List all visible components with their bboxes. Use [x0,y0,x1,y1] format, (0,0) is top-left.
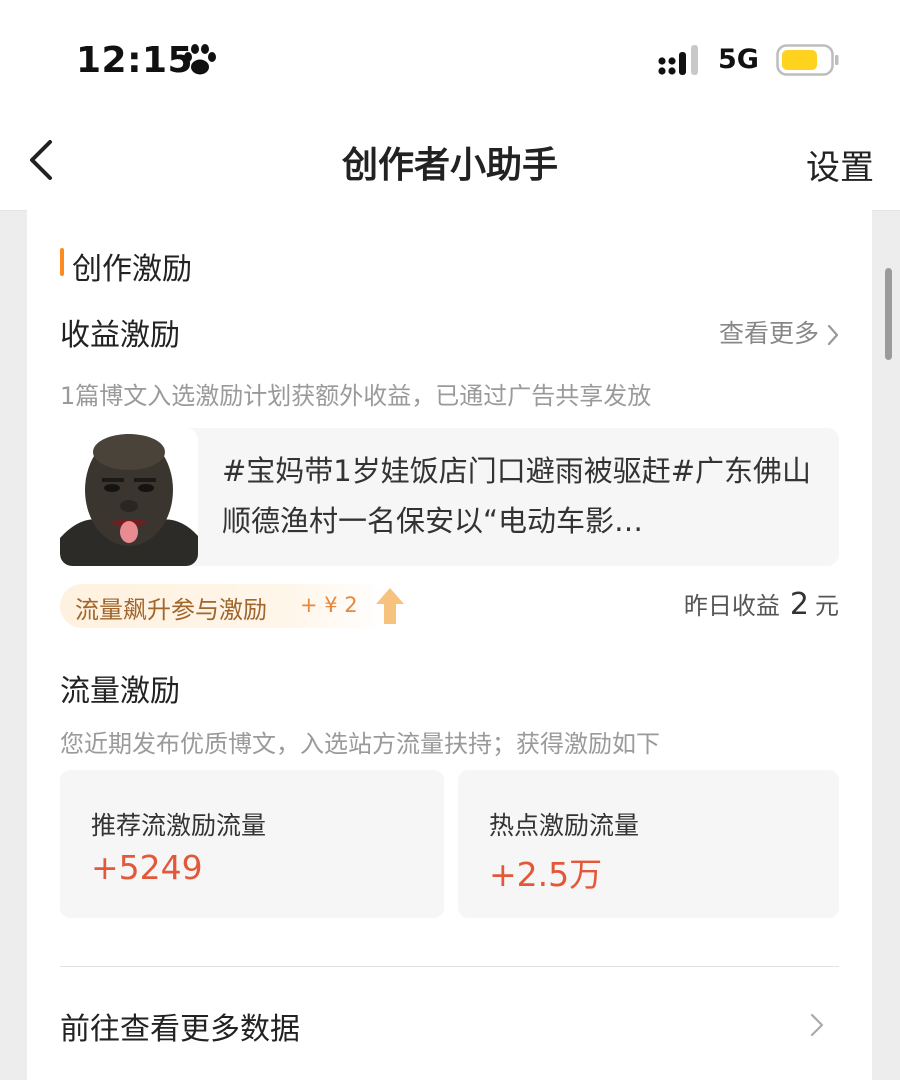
divider [60,966,839,967]
stat-value: +5249 [91,848,203,887]
section-title-text: 创作激励 [72,252,192,287]
post-text: #宝妈带1岁娃饭店门口避雨被驱赶#广东佛山顺德渔村一名保安以“电动车影… [222,454,812,538]
stat-label: 热点激励流量 [489,811,640,840]
signal-icon [658,45,698,75]
yesterday-value: 2 [789,587,809,622]
post-card[interactable]: #宝妈带1岁娃饭店门口避雨被驱赶#广东佛山顺德渔村一名保安以“电动车影… [60,428,839,566]
yesterday-unit: 元 [815,592,839,620]
page-title: 创作者小助手 [341,145,558,186]
nav-bar: 创作者小助手 设置 [0,110,900,211]
view-more-link[interactable]: 查看更多 [719,314,839,350]
revenue-description: 1篇博文入选激励计划获额外收益，已通过广告共享发放 [60,382,652,410]
traffic-description: 您近期发布优质博文，入选站方流量扶持；获得激励如下 [60,730,660,758]
stat-card-hotspot[interactable]: 热点激励流量 +2.5万 [458,770,839,918]
traffic-incentive-title: 流量激励 [60,674,180,709]
traffic-boost-badge[interactable]: 流量飙升参与激励 + ¥ 2 [60,584,404,628]
battery-icon [776,44,839,76]
chevron-right-icon [810,1013,824,1037]
scrollbar[interactable] [885,268,892,360]
post-thumbnail [60,428,198,566]
boost-label: 流量飙升参与激励 [75,596,267,624]
creator-incentive-card: 创作激励 收益激励 查看更多 1篇博文入选激励计划获额外收益，已通过广告共享发放… [27,210,872,1080]
paw-icon [184,44,216,75]
chevron-right-icon [827,324,839,346]
arrow-up-icon [376,588,404,624]
status-time: 12:15 [76,40,194,81]
stat-value: +2.5万 [489,855,603,894]
boost-amount: + ¥ 2 [300,593,358,617]
more-data-row[interactable]: 前往查看更多数据 [60,968,839,1078]
stat-card-recommend[interactable]: 推荐流激励流量 +5249 [60,770,444,918]
yesterday-label: 昨日收益 [683,592,780,620]
section-accent-bar [60,248,64,276]
status-bar: 12:15 5G [0,0,900,110]
stat-label: 推荐流激励流量 [91,811,267,840]
yesterday-earnings: 昨日收益 2 元 [684,586,839,622]
network-label: 5G [718,44,759,75]
view-more-label: 查看更多 [718,319,819,348]
revenue-incentive-title: 收益激励 [60,318,180,353]
settings-button[interactable]: 设置 [806,140,874,189]
more-data-label: 前往查看更多数据 [60,1012,300,1047]
